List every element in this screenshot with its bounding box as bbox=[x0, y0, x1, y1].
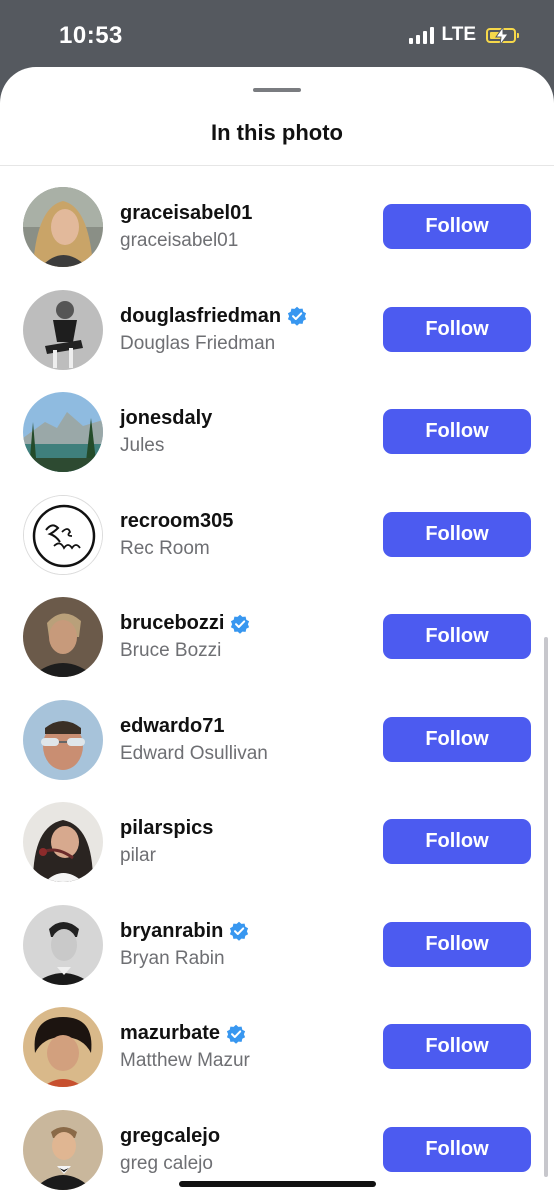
scrollbar[interactable] bbox=[544, 637, 548, 1177]
username[interactable]: bryanrabin bbox=[120, 920, 223, 943]
avatar[interactable] bbox=[23, 699, 103, 780]
full-name: Rec Room bbox=[120, 537, 210, 559]
follow-button[interactable]: Follow bbox=[383, 716, 531, 762]
avatar[interactable] bbox=[23, 904, 103, 985]
battery-charging-icon bbox=[486, 26, 519, 45]
full-name: Matthew Mazur bbox=[120, 1050, 250, 1071]
username[interactable]: gregcalejo bbox=[120, 1125, 220, 1148]
tagged-people-sheet: In this photo graceisabel01 graceisabel0… bbox=[0, 67, 554, 1200]
network-type: LTE bbox=[441, 24, 476, 45]
username[interactable]: mazurbate bbox=[120, 1022, 220, 1045]
sheet-title: In this photo bbox=[211, 120, 343, 145]
people-list: graceisabel01 graceisabel01 Follow dougl… bbox=[0, 166, 554, 1200]
list-item[interactable]: graceisabel01 graceisabel01 Follow bbox=[0, 187, 554, 290]
status-indicators: LTE bbox=[408, 24, 519, 46]
avatar[interactable] bbox=[23, 597, 103, 677]
list-item[interactable]: recroom305 Rec Room Follow bbox=[0, 494, 554, 598]
avatar[interactable] bbox=[23, 494, 103, 575]
follow-button[interactable]: Follow bbox=[383, 511, 531, 557]
username[interactable]: brucebozzi bbox=[120, 612, 224, 635]
full-name: pilar bbox=[120, 845, 156, 866]
username[interactable]: pilarspics bbox=[120, 817, 213, 840]
avatar[interactable] bbox=[23, 392, 103, 472]
full-name: graceisabel01 bbox=[120, 230, 239, 251]
follow-button[interactable]: Follow bbox=[383, 1126, 531, 1172]
verified-badge-icon bbox=[288, 306, 307, 326]
signal-icon bbox=[408, 26, 434, 44]
full-name: Bruce Bozzi bbox=[120, 640, 222, 661]
avatar[interactable] bbox=[23, 1007, 103, 1087]
avatar[interactable] bbox=[23, 289, 103, 370]
list-item[interactable]: edwardo71 Edward Osullivan Follow bbox=[0, 699, 554, 803]
follow-button[interactable]: Follow bbox=[383, 1024, 531, 1069]
verified-badge-icon bbox=[226, 1024, 246, 1044]
username[interactable]: jonesdaly bbox=[120, 407, 212, 430]
avatar[interactable] bbox=[23, 187, 103, 267]
full-name: Edward Osullivan bbox=[120, 742, 268, 764]
home-indicator[interactable] bbox=[179, 1181, 376, 1187]
status-time: 10:53 bbox=[59, 22, 123, 49]
follow-button[interactable]: Follow bbox=[383, 409, 531, 454]
username[interactable]: edwardo71 bbox=[120, 715, 224, 738]
full-name: Jules bbox=[120, 435, 165, 456]
full-name: greg calejo bbox=[120, 1152, 213, 1174]
list-item[interactable]: bryanrabin Bryan Rabin Follow bbox=[0, 904, 554, 1008]
username[interactable]: recroom305 bbox=[120, 510, 233, 533]
full-name: Douglas Friedman bbox=[120, 332, 276, 354]
follow-button[interactable]: Follow bbox=[383, 819, 531, 864]
follow-button[interactable]: Follow bbox=[383, 204, 531, 249]
username[interactable]: douglasfriedman bbox=[120, 305, 281, 328]
list-item[interactable]: pilarspics pilar Follow bbox=[0, 802, 554, 905]
full-name: Bryan Rabin bbox=[120, 947, 225, 969]
follow-button[interactable]: Follow bbox=[383, 614, 531, 659]
verified-badge-icon bbox=[230, 921, 249, 941]
list-item[interactable]: douglasfriedman Douglas Friedman Follow bbox=[0, 289, 554, 393]
list-item[interactable]: mazurbate Matthew Mazur Follow bbox=[0, 1007, 554, 1110]
username[interactable]: graceisabel01 bbox=[120, 202, 252, 225]
avatar[interactable] bbox=[23, 1109, 103, 1190]
follow-button[interactable]: Follow bbox=[383, 306, 531, 352]
list-item[interactable]: jonesdaly Jules Follow bbox=[0, 392, 554, 495]
list-item[interactable]: brucebozzi Bruce Bozzi Follow bbox=[0, 597, 554, 700]
verified-badge-icon bbox=[231, 614, 250, 634]
status-bar: 10:53 LTE bbox=[0, 0, 554, 70]
sheet-grabber[interactable] bbox=[253, 88, 301, 92]
follow-button[interactable]: Follow bbox=[383, 921, 531, 967]
avatar[interactable] bbox=[23, 802, 103, 882]
